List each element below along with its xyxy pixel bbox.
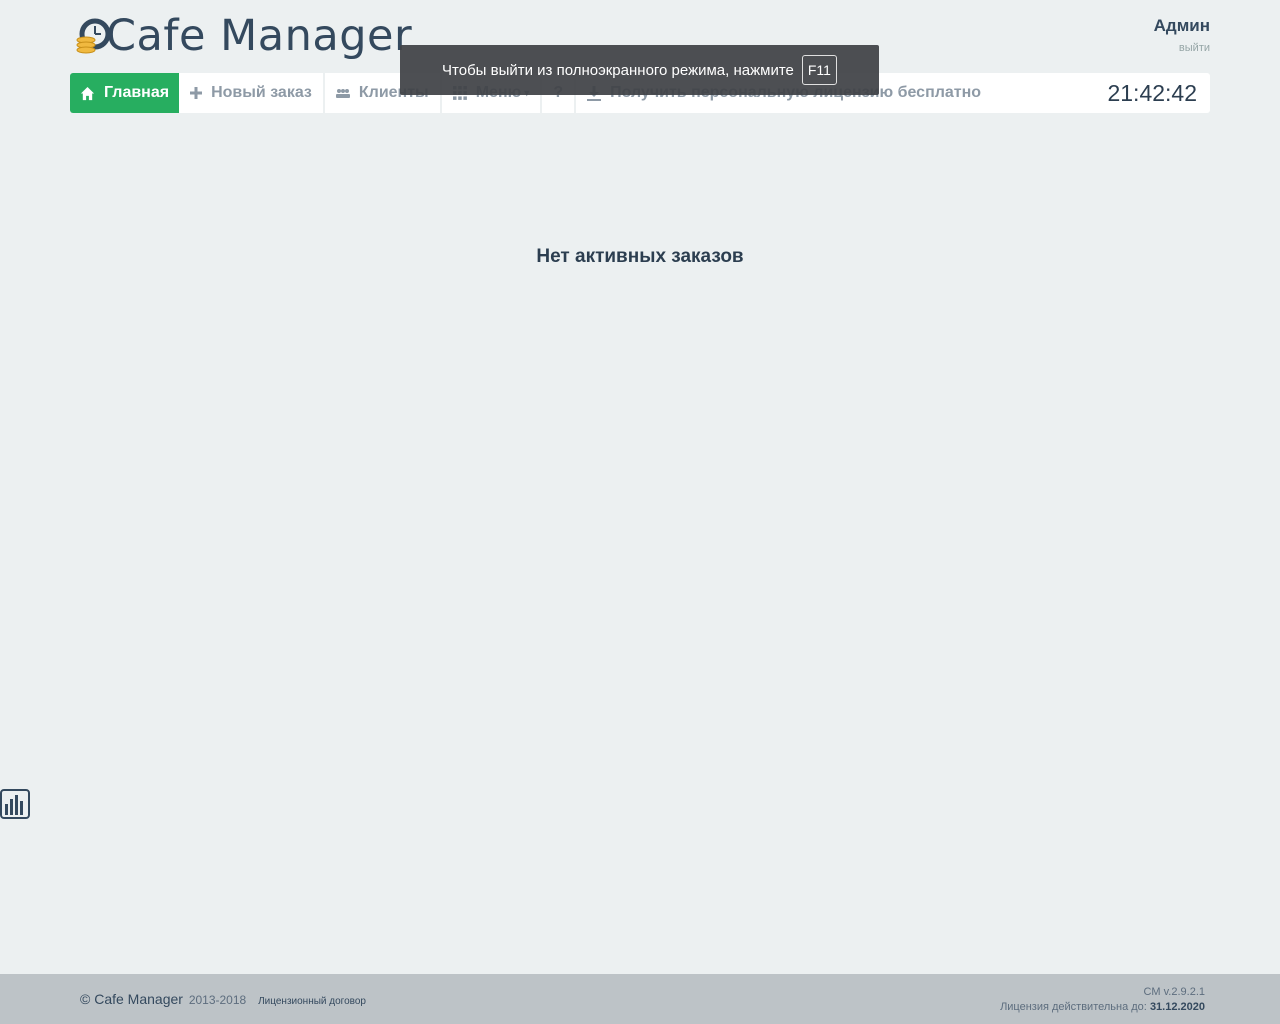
user-panel: Админ выйти bbox=[1154, 16, 1210, 54]
nav-new-order-label: Новый заказ bbox=[211, 84, 312, 101]
nav-new-order[interactable]: Новый заказ bbox=[179, 73, 325, 113]
license-expiry-date: 31.12.2020 bbox=[1149, 1001, 1205, 1013]
footer-copyright: © Cafe Manager 2013-2018 Лицензионный до… bbox=[80, 991, 366, 1007]
clock: 21:42:42 bbox=[1107, 79, 1197, 106]
app-logo[interactable]: Cafe Manager bbox=[76, 8, 412, 64]
home-icon bbox=[80, 86, 95, 101]
license-agreement-link[interactable]: Лицензионный договор bbox=[258, 996, 366, 1007]
nav-home-label: Главная bbox=[104, 84, 170, 101]
footer-version-info: CM v.2.9.2.1 Лицензия действительна до: … bbox=[1000, 985, 1205, 1015]
license-expiry: Лицензия действительна до: 31.12.2020 bbox=[1000, 1000, 1205, 1015]
license-expiry-label: Лицензия действительна до: bbox=[1000, 1001, 1147, 1013]
copyright-years: 2013-2018 bbox=[188, 993, 247, 1007]
fullscreen-key: F11 bbox=[801, 55, 837, 85]
fullscreen-notice-text: Чтобы выйти из полноэкранного режима, на… bbox=[442, 61, 794, 79]
logout-link[interactable]: выйти bbox=[1154, 42, 1210, 54]
empty-orders-message: Нет активных заказов bbox=[536, 246, 744, 267]
coins-clock-logo-icon bbox=[76, 16, 112, 56]
version-text: CM v.2.9.2.1 bbox=[1143, 986, 1205, 998]
footer: © Cafe Manager 2013-2018 Лицензионный до… bbox=[0, 974, 1280, 1024]
fullscreen-notice: Чтобы выйти из полноэкранного режима, на… bbox=[400, 45, 879, 95]
user-name: Админ bbox=[1153, 16, 1210, 35]
bar-chart-icon[interactable] bbox=[0, 789, 30, 819]
nav-home[interactable]: Главная bbox=[70, 73, 180, 113]
logo-text: Cafe Manager bbox=[106, 11, 413, 61]
copyright-text: © Cafe Manager bbox=[80, 991, 183, 1007]
users-icon bbox=[335, 88, 350, 98]
plus-icon bbox=[190, 87, 203, 99]
